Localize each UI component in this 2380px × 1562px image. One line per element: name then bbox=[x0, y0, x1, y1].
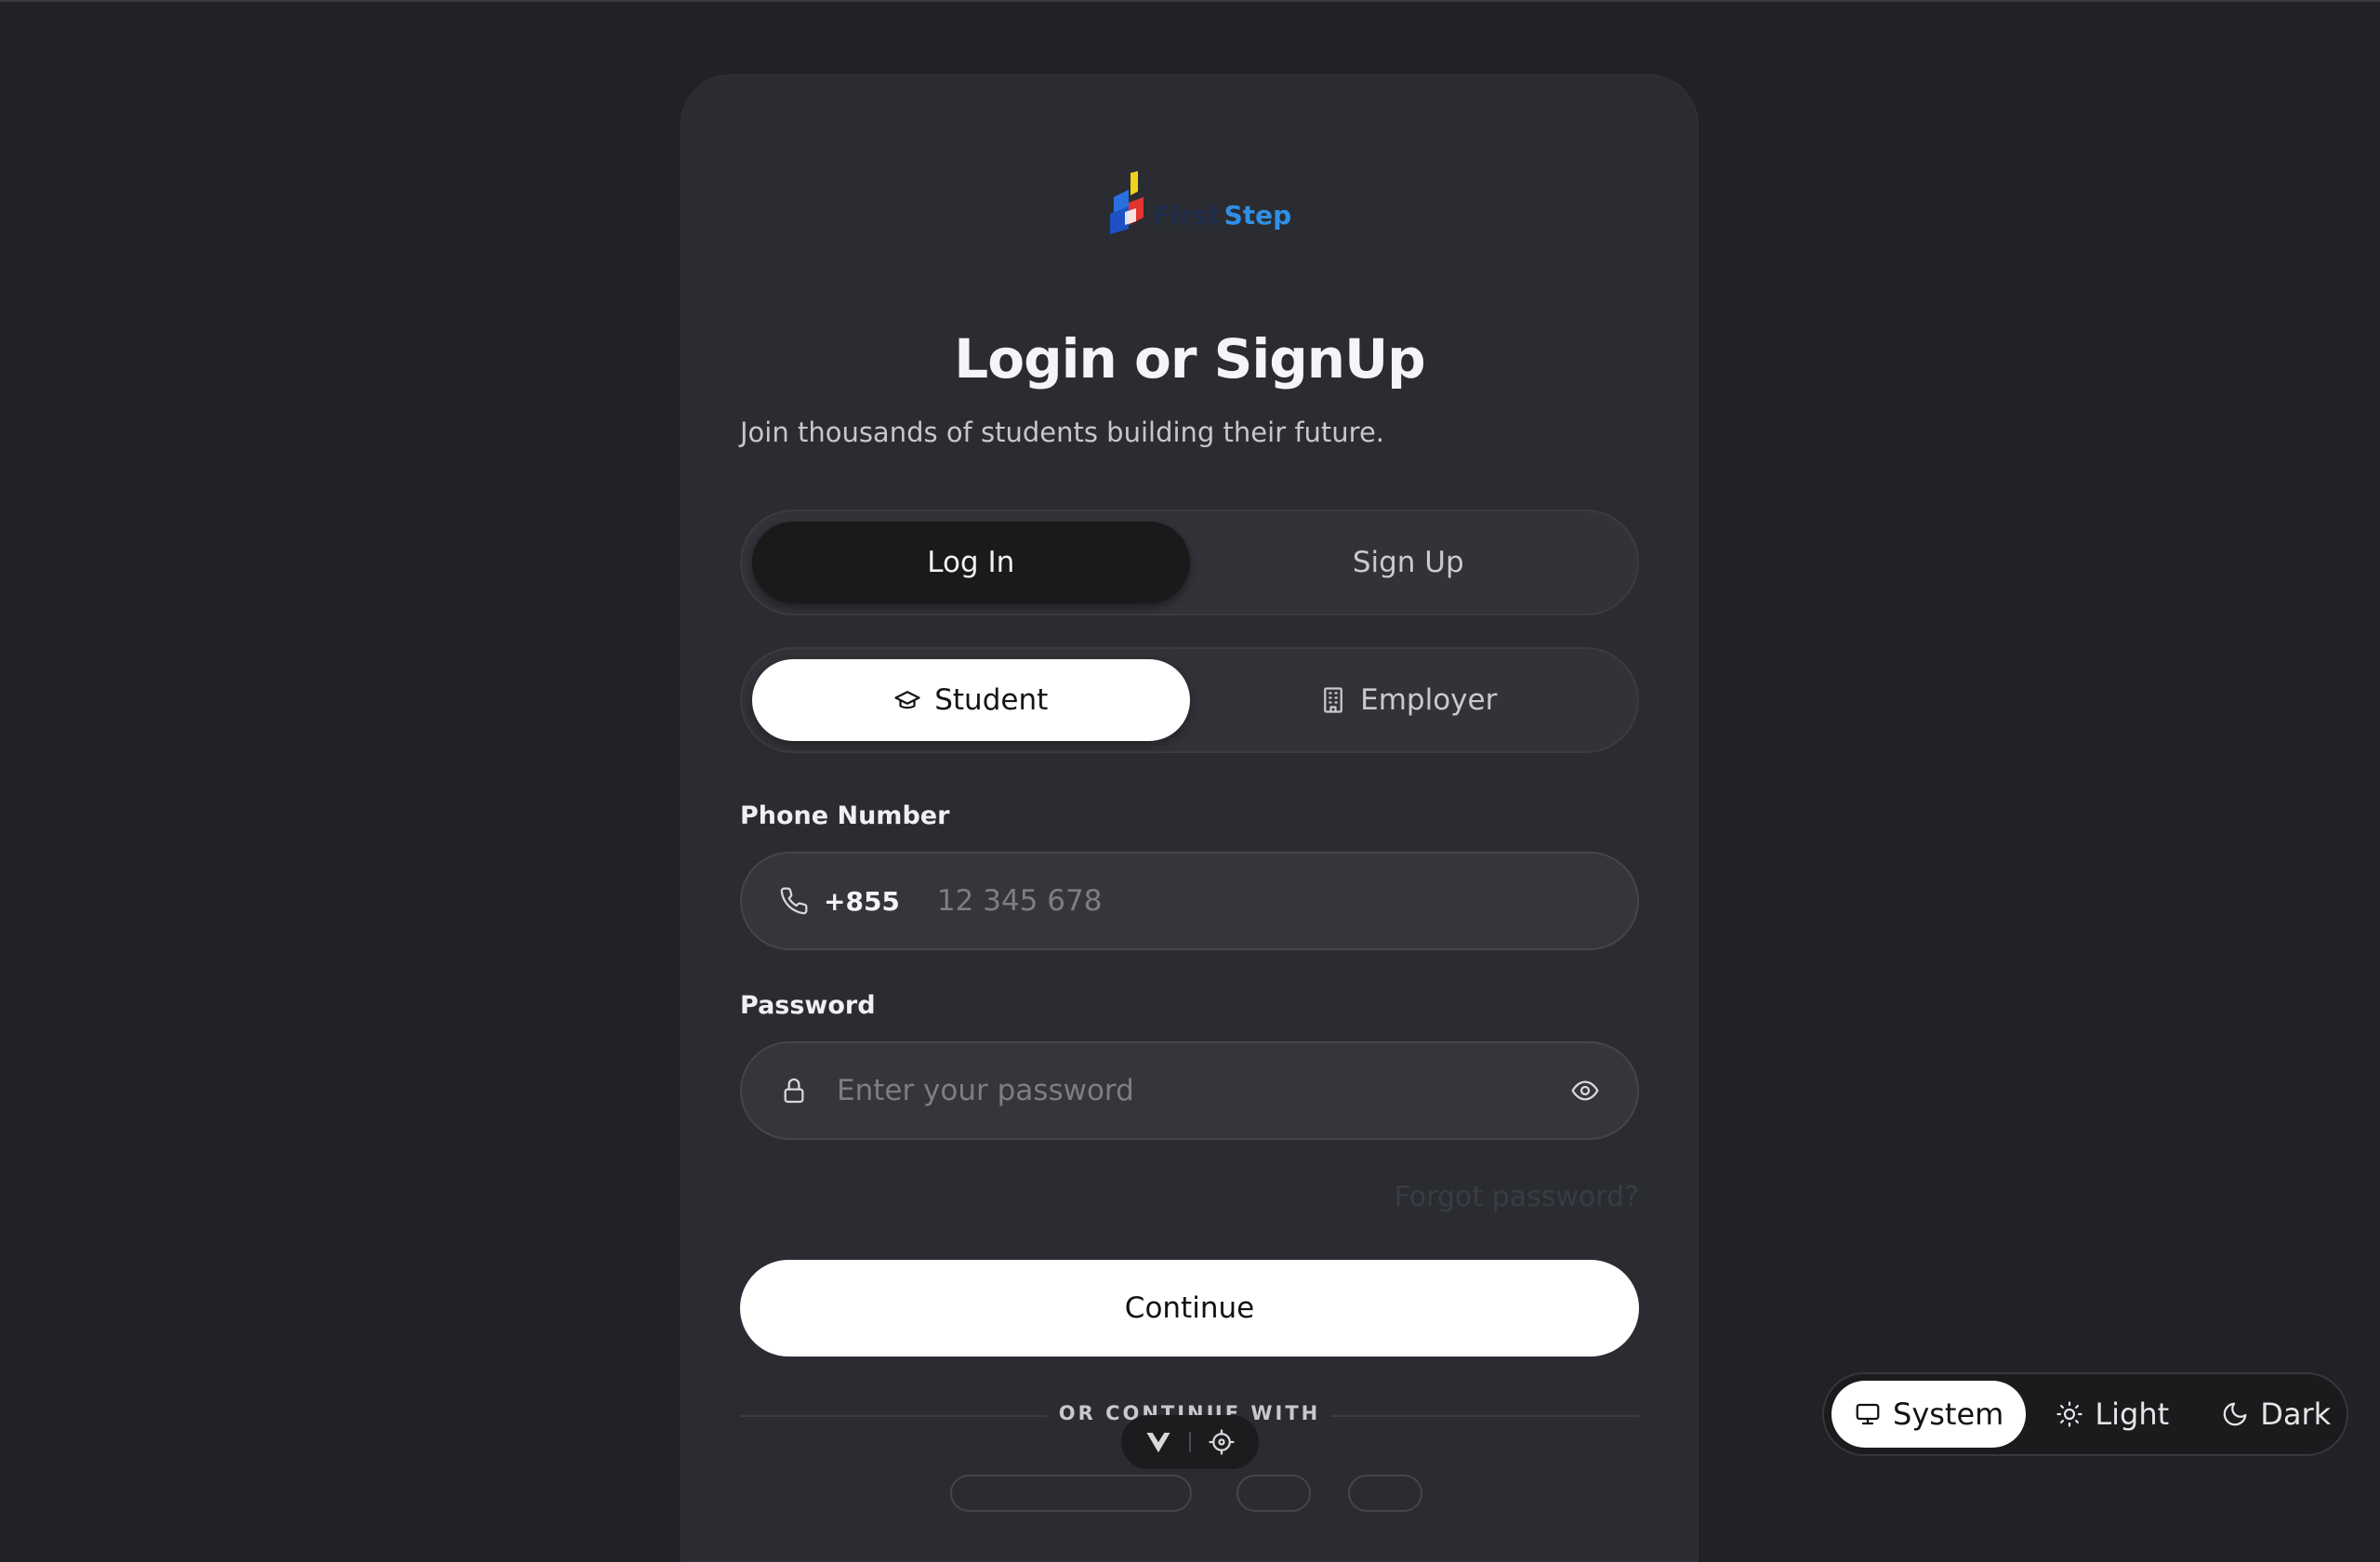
graduation-cap-icon bbox=[894, 691, 920, 709]
forgot-password-link[interactable]: Forgot password? bbox=[1395, 1181, 1639, 1213]
crosshair-icon[interactable] bbox=[1208, 1428, 1236, 1456]
brand-mark-icon bbox=[1110, 171, 1144, 234]
phone-input[interactable] bbox=[936, 884, 1600, 918]
phone-label: Phone Number bbox=[740, 801, 950, 830]
social-login-button[interactable] bbox=[1348, 1475, 1422, 1512]
theme-light-button[interactable]: Light bbox=[2033, 1381, 2191, 1448]
page-subtitle: Join thousands of students building thei… bbox=[740, 417, 1385, 448]
theme-dark-button[interactable]: Dark bbox=[2199, 1381, 2353, 1448]
theme-dark-label: Dark bbox=[2260, 1397, 2332, 1432]
theme-system-label: System bbox=[1893, 1397, 2004, 1432]
theme-switcher: System Light Dark bbox=[1822, 1372, 2348, 1456]
window-top-border bbox=[0, 0, 2380, 2]
building-icon bbox=[1324, 687, 1343, 713]
auth-mode-toggle: Log In Sign Up bbox=[740, 510, 1639, 616]
continue-button[interactable]: Continue bbox=[740, 1260, 1639, 1357]
theme-light-label: Light bbox=[2095, 1397, 2170, 1432]
employer-role-label: Employer bbox=[1360, 683, 1498, 717]
monitor-icon bbox=[1856, 1403, 1880, 1425]
sun-icon bbox=[2056, 1401, 2082, 1427]
brand-name-second: Step bbox=[1223, 200, 1292, 231]
password-label: Password bbox=[740, 991, 876, 1020]
password-input[interactable] bbox=[837, 1074, 1552, 1107]
login-tab-label: Log In bbox=[927, 546, 1015, 579]
signup-tab-label: Sign Up bbox=[1352, 546, 1464, 579]
brand-name: First Step bbox=[1153, 200, 1291, 231]
student-role-label: Student bbox=[934, 683, 1049, 717]
moon-icon bbox=[2223, 1402, 2247, 1426]
brand-logo: First Step bbox=[1106, 167, 1291, 234]
page-title: Login or SignUp bbox=[954, 327, 1425, 390]
country-code[interactable]: +855 bbox=[824, 886, 900, 917]
social-login-button[interactable] bbox=[1236, 1475, 1311, 1512]
brand-name-first: First bbox=[1153, 200, 1221, 231]
social-login-button[interactable] bbox=[950, 1475, 1192, 1512]
login-tab[interactable]: Log In bbox=[752, 522, 1190, 603]
employer-role-button[interactable]: Employer bbox=[1190, 659, 1628, 741]
vue-logo-icon[interactable] bbox=[1144, 1428, 1172, 1456]
toolbar-separator bbox=[1189, 1432, 1191, 1452]
eye-icon[interactable] bbox=[1570, 1076, 1600, 1105]
phone-field: +855 bbox=[740, 852, 1639, 950]
lock-icon bbox=[784, 1078, 804, 1104]
password-field bbox=[740, 1041, 1639, 1140]
role-toggle: Student Employer bbox=[740, 647, 1639, 753]
phone-icon bbox=[780, 887, 808, 915]
theme-system-button[interactable]: System bbox=[1831, 1381, 2027, 1448]
devtools-toolbar bbox=[1121, 1415, 1259, 1469]
signup-tab[interactable]: Sign Up bbox=[1190, 522, 1628, 603]
student-role-button[interactable]: Student bbox=[752, 659, 1190, 741]
